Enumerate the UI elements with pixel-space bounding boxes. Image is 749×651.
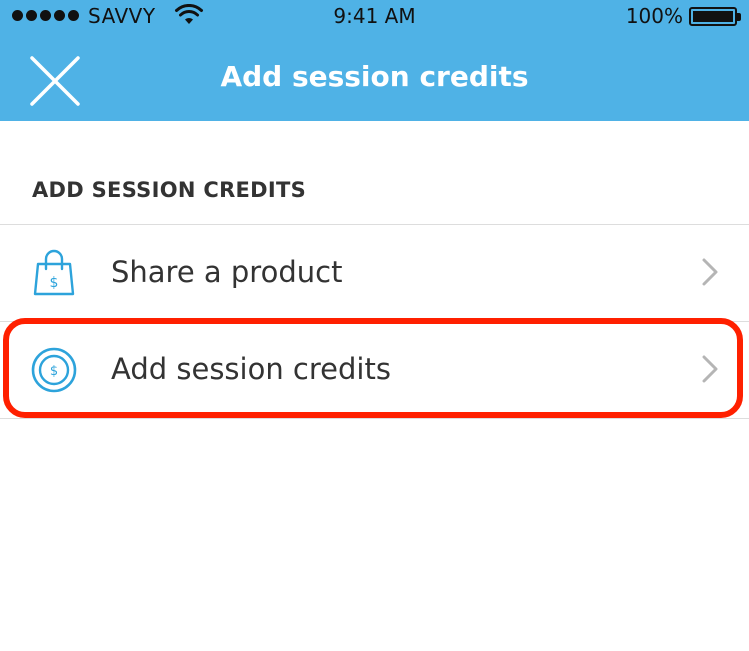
add-session-credits-label: Add session credits [111,352,391,386]
svg-text:$: $ [50,275,59,291]
share-product-row[interactable]: $ Share a product [0,225,749,321]
chevron-right-icon [702,258,718,286]
share-product-label: Share a product [111,255,343,289]
svg-text:$: $ [50,364,58,379]
app-header: SAVVY 9:41 AM 100% Add session credits [0,0,749,121]
add-session-credits-row[interactable]: $ Add session credits [0,322,749,418]
chevron-right-icon [702,355,718,383]
battery-percentage: 100% [625,4,683,28]
page-title: Add session credits [220,60,529,93]
section-header: ADD SESSION CREDITS [32,178,307,202]
status-bar: SAVVY 9:41 AM 100% [0,0,749,30]
coin-dollar-icon: $ [31,347,77,393]
divider [0,418,749,419]
battery-icon [689,7,741,26]
shopping-bag-dollar-icon: $ [33,249,75,296]
